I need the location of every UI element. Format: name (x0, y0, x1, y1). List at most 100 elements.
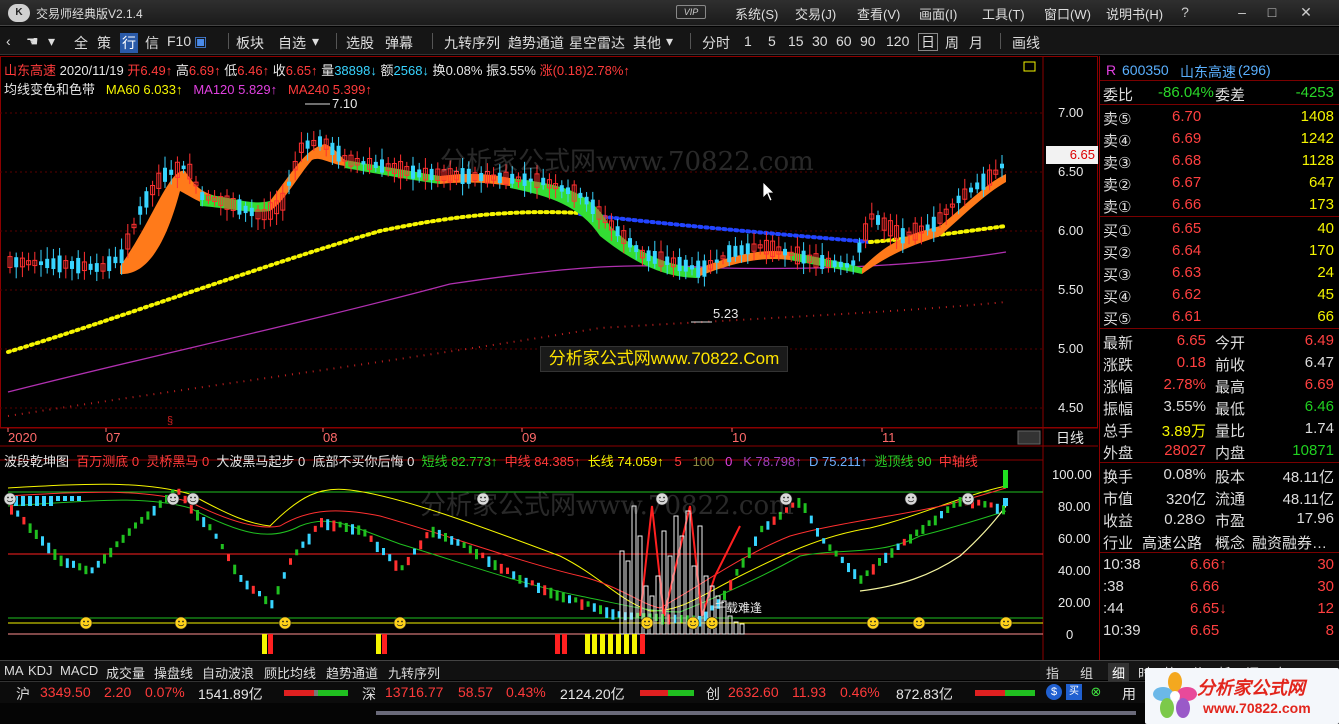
toolbar-nine-turn[interactable]: 九转序列 (444, 33, 500, 53)
period-60m[interactable]: 60 (836, 33, 852, 49)
tab-volume[interactable]: 成交量 (106, 663, 145, 682)
tab-nine-turn[interactable]: 九转序列 (388, 663, 440, 682)
toolbar-watchlist[interactable]: 自选 (278, 33, 306, 53)
toolbar-quote[interactable]: 行 (120, 33, 138, 53)
weibi-value: -86.04% (1158, 84, 1214, 101)
maximize-icon[interactable]: □ (1262, 3, 1282, 21)
period-120m[interactable]: 120 (886, 33, 909, 49)
indicator-dot (468, 545, 472, 554)
candle-body-down (665, 256, 670, 265)
window-icon[interactable]: ▣ (194, 33, 207, 50)
toolbar-danmu[interactable]: 弹幕 (385, 33, 413, 53)
period-30m[interactable]: 30 (812, 33, 828, 49)
tab-trend-channel[interactable]: 趋势通道 (326, 663, 378, 682)
minimize-icon[interactable]: – (1232, 3, 1252, 21)
price-axis-label: 5.50 (1058, 282, 1083, 297)
toolbar-screener[interactable]: 选股 (346, 33, 374, 53)
toolbar-f10[interactable]: F10 (167, 33, 191, 49)
trade-icon[interactable]: 买 (1066, 684, 1082, 700)
menu-help[interactable]: 说明书(H) (1106, 4, 1163, 23)
menu-trade[interactable]: 交易(J) (795, 4, 836, 23)
menu-tools[interactable]: 工具(T) (982, 4, 1025, 23)
cy-change: 11.93 (792, 684, 826, 700)
tab-auto-wave[interactable]: 自动波浪 (202, 663, 254, 682)
indicator-title[interactable]: 波段乾坤图 (4, 454, 69, 469)
candle-body-down (51, 258, 56, 270)
toolbar-separator (690, 33, 691, 49)
candle-body-down (200, 192, 205, 201)
tab-macd[interactable]: MACD (60, 663, 98, 678)
menu-window[interactable]: 窗口(W) (1044, 4, 1091, 23)
ask-volume: 173 (1308, 196, 1334, 213)
help-icon[interactable]: ? (1175, 3, 1195, 21)
stat-row: 外盘 28027 内盘 10871 (1100, 440, 1339, 462)
horizontal-scrollbar[interactable] (376, 711, 1136, 715)
close-icon[interactable]: ✕ (1296, 3, 1316, 21)
tab-detail[interactable]: 细 (1108, 663, 1130, 682)
period-month[interactable]: 月 (969, 33, 983, 53)
network-icon[interactable]: ⊗ (1088, 684, 1104, 700)
market-status-bar: 沪 3349.50 2.20 0.07% 1541.89亿 深 13716.77… (0, 681, 1339, 703)
indicator-dot (921, 524, 925, 534)
period-90m[interactable]: 90 (860, 33, 876, 49)
hand-icon[interactable]: ☚ (26, 33, 39, 50)
bottom-smiley-icon-eye (1003, 620, 1005, 623)
indicator-dot (425, 532, 429, 539)
candle-body-down (646, 250, 651, 262)
indicator-dot (524, 577, 528, 588)
bid-label: 买① (1103, 223, 1132, 240)
period-5m[interactable]: 5 (768, 33, 776, 49)
indicator-dot (41, 536, 44, 546)
indicator-dot (375, 541, 379, 553)
toolbar-trend-channel[interactable]: 趋势通道 (508, 33, 564, 53)
period-week[interactable]: 周 (945, 33, 959, 53)
menu-system[interactable]: 系统(S) (735, 4, 778, 23)
tab-ma[interactable]: MA (4, 663, 24, 678)
toolbar-all[interactable]: 全 (74, 33, 88, 53)
bottom-smiley-icon-face (705, 616, 719, 630)
period-15m[interactable]: 15 (788, 33, 804, 49)
menu-screen[interactable]: 画面(I) (919, 4, 957, 23)
tab-group[interactable]: 组 (1080, 663, 1093, 682)
period-intraday[interactable]: 分时 (702, 33, 730, 53)
sz-index[interactable]: 13716.77 (385, 684, 443, 700)
period-day[interactable]: 日 (918, 33, 938, 51)
vip-badge[interactable]: VIP (676, 5, 706, 19)
menu-view[interactable]: 查看(V) (857, 4, 900, 23)
toolbar-radar[interactable]: 星空雷达 (569, 33, 625, 53)
indicator-axis-label: 60.00 (1058, 531, 1091, 546)
toolbar-sector[interactable]: 板块 (236, 33, 264, 53)
toolbar-info[interactable]: 信 (145, 33, 159, 53)
candle-body-down (857, 242, 862, 253)
expand-icon (1023, 61, 1036, 72)
ask-row: 卖④ 6.69 1242 (1100, 128, 1339, 150)
tab-operate-line[interactable]: 操盘线 (154, 663, 193, 682)
indicator-dot (146, 511, 150, 520)
tab-index[interactable]: 指 (1046, 663, 1059, 682)
dollar-icon[interactable]: $ (1046, 684, 1062, 700)
indicator-field: 5 (674, 454, 682, 469)
candle-body-down (845, 263, 849, 268)
ask-label: 卖① (1103, 199, 1132, 216)
dropdown-icon[interactable]: ▾ (312, 33, 319, 50)
tab-guppy[interactable]: 顾比均线 (264, 663, 316, 682)
toolbar-other[interactable]: 其他 (633, 33, 661, 53)
sh-index[interactable]: 3349.50 (40, 684, 91, 700)
cy-index[interactable]: 2632.60 (728, 684, 779, 700)
concept-value[interactable]: 融资融券… (1252, 532, 1327, 553)
bid-price: 6.62 (1172, 286, 1202, 303)
tab-kdj[interactable]: KDJ (28, 663, 53, 678)
indicator-dot (599, 605, 602, 615)
period-1m[interactable]: 1 (744, 33, 752, 49)
dropdown-icon[interactable]: ▾ (666, 33, 673, 50)
toolbar-strategy[interactable]: 策 (97, 33, 111, 53)
ma-title[interactable]: 均线变色和色带 (4, 82, 95, 97)
sz-up-bar (640, 690, 668, 696)
top-smiley-icon (166, 492, 180, 506)
back-icon[interactable]: ‹ (6, 33, 11, 49)
industry-value[interactable]: 高速公路 (1142, 532, 1202, 553)
quote-panel: R 600350 山东高速 (296) 委比 -86.04% 委差 -4253 … (1099, 56, 1339, 660)
toolbar-draw[interactable]: 画线 (1012, 33, 1040, 53)
candle-body-down (683, 259, 688, 272)
dropdown-icon[interactable]: ▾ (48, 33, 55, 50)
